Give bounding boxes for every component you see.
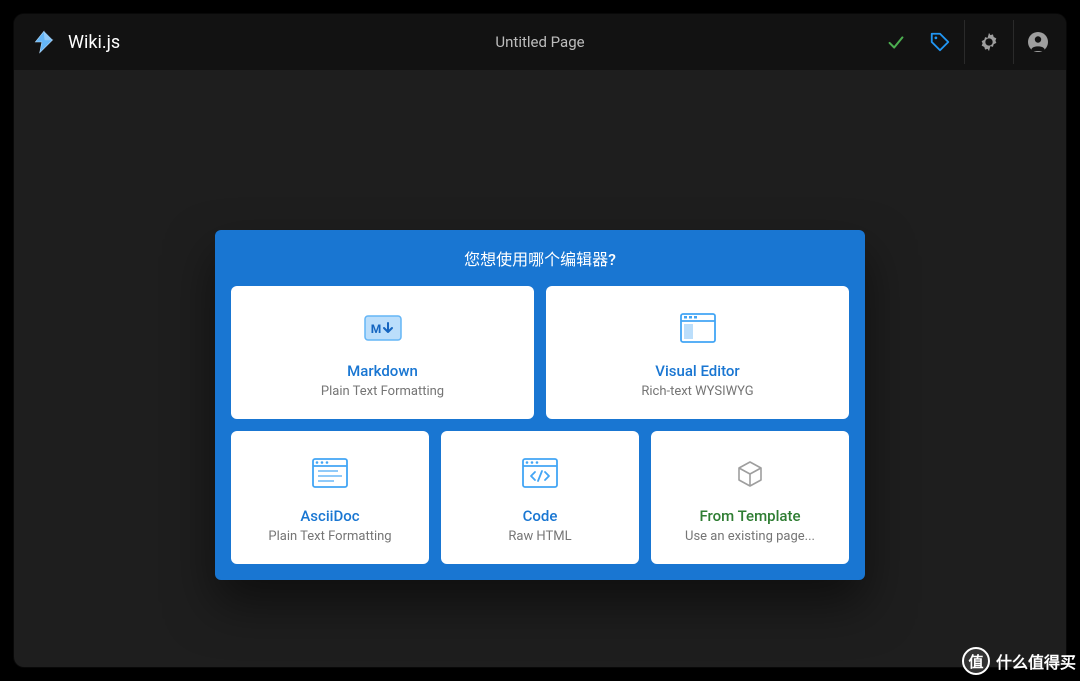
page-title: Untitled Page [495,33,584,51]
gear-icon [978,31,1000,53]
brand[interactable]: Wiki.js [30,28,120,56]
svg-text:M: M [370,322,381,336]
template-icon [661,451,839,495]
option-subtitle: Rich-text WYSIWYG [556,384,839,399]
option-title: Markdown [241,362,524,380]
option-subtitle: Use an existing page... [661,529,839,544]
option-title: Visual Editor [556,362,839,380]
tags-button[interactable] [918,20,962,64]
watermark-badge: 值 [962,647,990,675]
separator [1013,20,1014,64]
app-window: Wiki.js Untitled Page [14,14,1066,667]
editor-option-template[interactable]: From Template Use an existing page... [651,431,849,564]
separator [964,20,965,64]
watermark-text: 什么值得买 [996,649,1076,673]
editor-option-markdown[interactable]: M Markdown Plain Text Formatting [231,286,534,419]
dialog-overlay: 您想使用哪个编辑器? M Markdown Plain Text Formatt… [14,70,1066,667]
option-subtitle: Raw HTML [451,529,629,544]
editor-option-code[interactable]: Code Raw HTML [441,431,639,564]
editor-option-asciidoc[interactable]: AsciiDoc Plain Text Formatting [231,431,429,564]
tag-icon [929,31,951,53]
option-title: AsciiDoc [241,507,419,525]
save-button[interactable] [874,20,918,64]
topbar: Wiki.js Untitled Page [14,14,1066,70]
asciidoc-icon [241,451,419,495]
option-subtitle: Plain Text Formatting [241,529,419,544]
wikijs-logo-icon [30,28,58,56]
account-button[interactable] [1016,20,1060,64]
user-icon [1026,30,1050,54]
code-icon [451,451,629,495]
editor-option-visual[interactable]: Visual Editor Rich-text WYSIWYG [546,286,849,419]
dialog-title: 您想使用哪个编辑器? [231,246,849,270]
checkmark-icon [885,31,907,53]
watermark: 值 什么值得买 [962,647,1076,675]
settings-button[interactable] [967,20,1011,64]
brand-text: Wiki.js [68,32,120,53]
option-title: From Template [661,507,839,525]
editor-selection-dialog: 您想使用哪个编辑器? M Markdown Plain Text Formatt… [215,230,865,580]
visual-editor-icon [556,306,839,350]
top-actions [874,20,1060,64]
option-subtitle: Plain Text Formatting [241,384,524,399]
dialog-row-bottom: AsciiDoc Plain Text Formatting [231,431,849,564]
option-title: Code [451,507,629,525]
dialog-row-top: M Markdown Plain Text Formatting [231,286,849,419]
markdown-icon: M [241,306,524,350]
